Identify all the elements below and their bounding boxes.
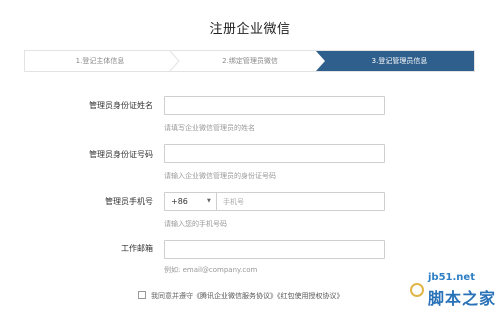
agree-checkbox[interactable] bbox=[138, 291, 146, 299]
step-1: 1.登记主体信息 bbox=[75, 57, 125, 65]
step-3-arrow-notch bbox=[316, 51, 325, 71]
email-label: 工作邮箱 bbox=[121, 244, 153, 253]
phone-label: 管理员手机号 bbox=[105, 197, 153, 206]
phone-input[interactable] bbox=[223, 193, 383, 210]
country-code-select[interactable]: +86 ▼ bbox=[165, 193, 217, 210]
name-hint: 请填写企业微信管理员的姓名 bbox=[164, 124, 255, 132]
page-title: 注册企业微信 bbox=[209, 22, 291, 37]
agreement-prefix: 我同意并遵守 bbox=[151, 292, 193, 300]
step-2: 2.绑定管理员微信 bbox=[222, 57, 278, 65]
id-number-field[interactable] bbox=[164, 144, 385, 163]
id-number-hint: 请输入企业微信管理员的身份证号码 bbox=[164, 172, 276, 180]
agreement-text: 我同意并遵守《腾讯企业微信服务协议》《红包使用授权协议》 bbox=[151, 291, 344, 301]
email-input[interactable] bbox=[165, 241, 384, 258]
step-progress-bar: 1.登记主体信息 2.绑定管理员微信 3.登记管理员信息 bbox=[24, 50, 475, 72]
watermark-name: 脚本之家 bbox=[428, 289, 497, 308]
id-number-input[interactable] bbox=[165, 145, 384, 162]
country-code-value: +86 bbox=[171, 197, 188, 206]
step-3-active: 3.登记管理员信息 bbox=[325, 51, 474, 71]
name-input[interactable] bbox=[165, 97, 384, 114]
watermark-logo-icon bbox=[410, 283, 424, 297]
watermark-site: jb51.net bbox=[428, 272, 475, 283]
chevron-down-icon: ▼ bbox=[207, 198, 211, 204]
phone-field: +86 ▼ bbox=[164, 192, 385, 211]
id-number-label: 管理员身份证号码 bbox=[89, 150, 153, 159]
email-field[interactable] bbox=[164, 240, 385, 259]
redpacket-agreement-link[interactable]: 《红包使用授权协议》 bbox=[277, 292, 344, 300]
service-agreement-link[interactable]: 《腾讯企业微信服务协议》 bbox=[193, 292, 277, 300]
email-hint: 例如: email@company.com bbox=[164, 266, 258, 274]
name-label: 管理员身份证姓名 bbox=[89, 101, 153, 110]
name-field[interactable] bbox=[164, 96, 385, 115]
phone-hint: 请输入您的手机号码 bbox=[164, 220, 227, 228]
